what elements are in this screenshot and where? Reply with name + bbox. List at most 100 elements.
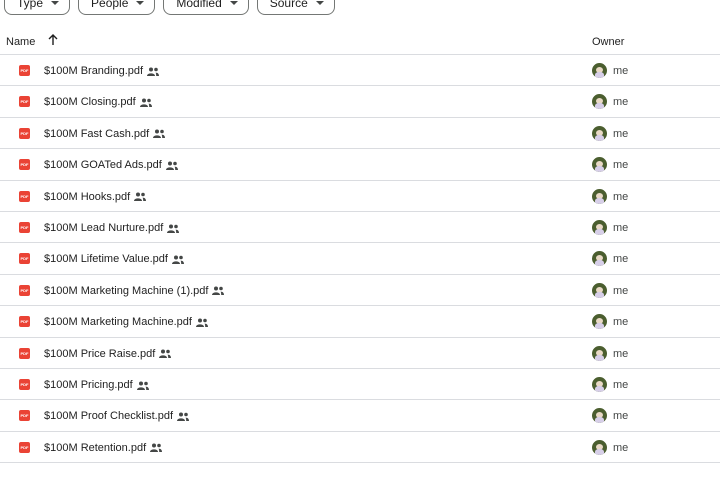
pdf-icon: PDF [19,441,30,453]
file-name: $100M Price Raise.pdf [44,347,172,360]
owner-label: me [613,347,629,360]
file-name-text: $100M GOATed Ads.pdf [44,159,162,172]
pdf-icon: PDF [19,378,30,390]
shared-people-icon [139,98,152,107]
shared-people-icon [165,161,178,170]
file-row[interactable]: PDF $100M Price Raise.pdf me [0,338,720,369]
pdf-icon: PDF [19,253,30,265]
filter-people-chip[interactable]: People [78,0,156,15]
owner-label: me [613,378,629,391]
filter-type-chip[interactable]: Type [4,0,71,15]
avatar [592,188,607,204]
file-name: $100M Branding.pdf [44,65,160,77]
pdf-icon: PDF [19,284,30,296]
owner-label: me [613,410,629,423]
owner-label: me [613,96,629,109]
file-name-text: $100M Hooks.pdf [44,190,131,203]
pdf-icon: PDF [19,316,30,328]
file-name: $100M GOATed Ads.pdf [44,159,178,171]
file-name-text: $100M Lifetime Value.pdf [44,253,168,266]
avatar [592,251,607,267]
file-row[interactable]: PDF $100M Marketing Machine (1).pdf me [0,275,720,307]
file-row[interactable]: PDF $100M Lead Nurture.pdf me [0,212,720,244]
sort-ascending-arrow-icon[interactable] [46,32,60,48]
avatar [592,345,607,361]
file-name-text: $100M Lead Nurture.pdf [44,221,164,234]
file-name-text: $100M Pricing.pdf [44,378,133,391]
file-row[interactable]: PDF $100M GOATed Ads.pdf me [0,149,720,181]
file-name: $100M Marketing Machine (1).pdf [44,284,225,297]
shared-people-icon [136,381,149,390]
owner-label: me [613,221,629,234]
avatar [592,439,607,455]
file-name: $100M Lead Nurture.pdf [44,221,180,234]
file-row[interactable]: PDF $100M Lifetime Value.pdf me [0,243,720,275]
chevron-down-icon [229,1,238,5]
file-name-text: $100M Price Raise.pdf [44,347,156,360]
file-name: $100M Hooks.pdf [44,190,147,203]
owner-label: me [613,284,629,297]
file-name-text: $100M Branding.pdf [44,65,144,77]
shared-people-icon [153,129,166,139]
chevron-down-icon [315,1,324,5]
pdf-icon: PDF [19,221,30,233]
file-name: $100M Fast Cash.pdf [44,127,166,140]
owner-label: me [613,190,629,203]
avatar [592,63,607,78]
file-row[interactable]: PDF $100M Closing.pdf me [0,86,720,118]
file-name-text: $100M Fast Cash.pdf [44,127,150,140]
owner-label: me [613,253,629,266]
pdf-icon: PDF [19,127,30,139]
pdf-icon: PDF [19,159,30,171]
file-row[interactable]: PDF $100M Branding.pdf me [0,55,720,87]
avatar [592,157,607,173]
filter-modified-chip[interactable]: Modified [163,0,249,15]
file-name-text: $100M Marketing Machine.pdf [44,316,192,329]
shared-people-icon [134,192,147,202]
file-row[interactable]: PDF $100M Fast Cash.pdf me [0,118,720,150]
shared-people-icon [177,412,190,421]
file-name: $100M Marketing Machine.pdf [44,316,208,328]
chip-label: Source [269,0,308,10]
file-row[interactable]: PDF $100M Hooks.pdf me [0,181,720,212]
file-row[interactable]: PDF $100M Proof Checklist.pdf me [0,400,720,432]
file-list-header: Name Owner [0,30,720,55]
file-name-text: $100M Marketing Machine (1).pdf [44,284,209,297]
file-name-text: $100M Proof Checklist.pdf [44,410,174,423]
pdf-icon: PDF [19,190,30,202]
file-row[interactable]: PDF $100M Retention.pdf me [0,432,720,464]
chip-label: Type [17,0,44,10]
file-name: $100M Pricing.pdf [44,379,149,391]
owner-label: me [613,441,629,454]
file-name: $100M Lifetime Value.pdf [44,253,184,265]
chevron-down-icon [136,1,145,5]
pdf-icon: PDF [19,410,30,422]
shared-people-icon [159,349,172,359]
file-name: $100M Proof Checklist.pdf [44,410,190,423]
file-row[interactable]: PDF $100M Marketing Machine.pdf me [0,306,720,338]
file-name: $100M Retention.pdf [44,441,163,454]
avatar [592,314,607,330]
pdf-icon: PDF [19,65,30,76]
avatar [592,219,607,235]
shared-people-icon [171,255,184,264]
avatar [592,125,607,141]
pdf-icon: PDF [19,96,30,108]
file-name-text: $100M Retention.pdf [44,441,147,454]
filter-source-chip[interactable]: Source [256,0,335,15]
shared-people-icon [212,286,225,296]
owner-label: me [613,65,629,77]
filter-chips: Type People Modified Source [4,0,335,17]
file-row[interactable]: PDF $100M Pricing.pdf me [0,369,720,401]
owner-label: me [613,127,629,140]
owner-label: me [613,316,629,329]
chip-label: Modified [176,0,222,10]
owner-column-header: Owner [592,36,625,48]
avatar [592,376,607,392]
file-name: $100M Closing.pdf [44,96,152,108]
name-column-header[interactable]: Name [6,36,35,48]
file-name-text: $100M Closing.pdf [44,96,136,109]
shared-people-icon [147,67,160,76]
avatar [592,408,607,424]
owner-label: me [613,159,629,172]
